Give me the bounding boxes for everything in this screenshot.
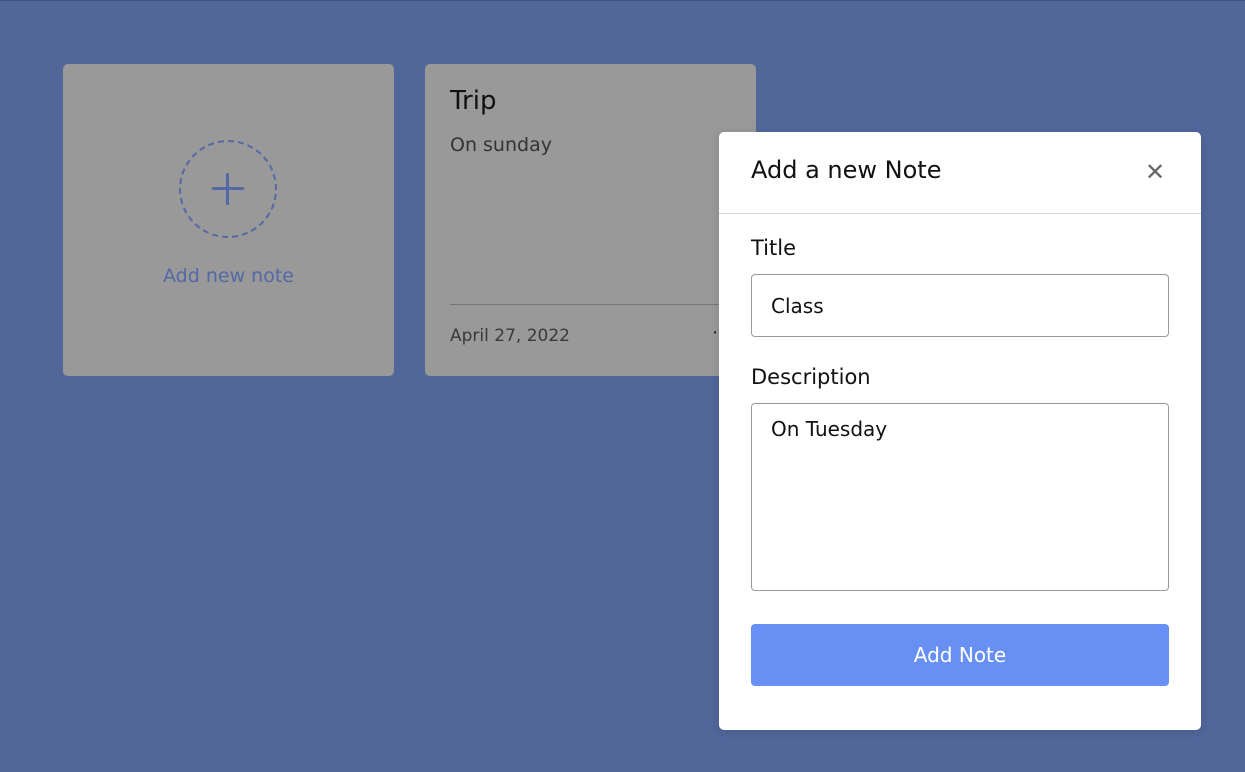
- note-date: April 27, 2022: [450, 326, 570, 346]
- description-label: Description: [751, 365, 871, 389]
- title-label: Title: [751, 236, 797, 260]
- add-note-button[interactable]: Add Note: [751, 624, 1169, 686]
- note-card[interactable]: Trip On sunday April 27, 2022 ⋯: [425, 64, 756, 376]
- note-divider: [450, 304, 740, 305]
- add-note-modal: Add a new Note ✕ Title Description On Tu…: [719, 132, 1201, 730]
- note-description: On sunday: [450, 134, 552, 156]
- modal-title: Add a new Note: [751, 156, 942, 184]
- description-textarea[interactable]: On Tuesday: [751, 403, 1169, 591]
- add-note-card[interactable]: Add new note: [63, 64, 394, 376]
- title-input[interactable]: [751, 274, 1169, 337]
- plus-icon: [179, 140, 277, 238]
- top-border: [0, 0, 1245, 1]
- plus-icon-vertical: [226, 173, 229, 205]
- close-icon[interactable]: ✕: [1143, 158, 1167, 186]
- note-title: Trip: [450, 86, 497, 116]
- add-note-label: Add new note: [163, 265, 294, 287]
- modal-header: Add a new Note ✕: [719, 132, 1201, 214]
